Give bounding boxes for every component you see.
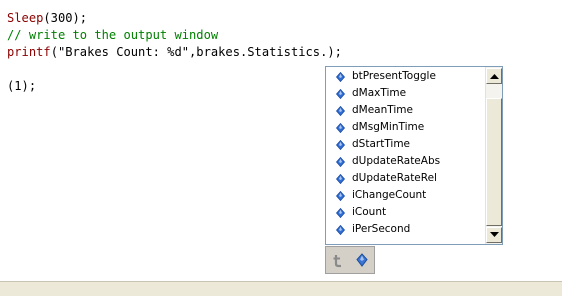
function-args: (300); (43, 11, 88, 25)
property-icon (336, 140, 345, 150)
autocomplete-item[interactable]: dMeanTime (326, 102, 485, 119)
autocomplete-item[interactable]: dMsgMinTime (326, 119, 485, 136)
code-line-5[interactable]: (1); (7, 78, 36, 94)
autocomplete-item-label: btPresentToggle (352, 70, 436, 82)
autocomplete-item[interactable]: dUpdateRateAbs (326, 153, 485, 170)
arrow-down-icon (490, 232, 499, 237)
autocomplete-popup: btPresentToggle dMaxTime dMeanTime dMsgMinT… (325, 66, 503, 245)
autocomplete-item-label: dStartTime (352, 138, 411, 150)
arrow-up-icon (490, 74, 499, 79)
property-icon (336, 191, 345, 201)
code-line-2[interactable]: // write to the output window (7, 27, 218, 43)
code-comment: // write to the output window (7, 28, 219, 42)
autocomplete-item[interactable]: iCount (326, 204, 485, 221)
autocomplete-item-label: iChangeCount (352, 189, 427, 201)
property-icon (336, 106, 345, 116)
property-icon (336, 89, 345, 99)
scroll-thumb[interactable] (486, 98, 502, 226)
autocomplete-item-label: dMeanTime (352, 104, 413, 116)
autocomplete-scrollbar[interactable] (485, 67, 502, 244)
autocomplete-item[interactable]: dStartTime (326, 136, 485, 153)
code-line-1[interactable]: Sleep(300); (7, 10, 87, 26)
property-icon (336, 123, 345, 133)
autocomplete-item-label: dUpdateRateRel (352, 172, 437, 184)
scroll-up-button[interactable] (486, 68, 502, 84)
property-icon (336, 72, 345, 82)
code-line-3[interactable]: printf("Brakes Count: %d",brakes.Statist… (7, 44, 342, 60)
autocomplete-item[interactable]: dMaxTime (326, 85, 485, 102)
autocomplete-item[interactable]: dUpdateRateRel (326, 170, 485, 187)
autocomplete-filter-bar (325, 246, 375, 274)
autocomplete-item-label: iCount (352, 206, 387, 218)
autocomplete-list[interactable]: btPresentToggle dMaxTime dMeanTime dMsgMinT… (326, 67, 485, 244)
autocomplete-item-label: dMaxTime (352, 87, 407, 99)
property-icon (336, 174, 345, 184)
type-filter-icon (333, 255, 341, 268)
scroll-down-button[interactable] (486, 227, 502, 243)
code-text: (1); (7, 79, 37, 93)
autocomplete-item-label: dMsgMinTime (352, 121, 425, 133)
property-icon (336, 225, 345, 235)
autocomplete-item-label: dUpdateRateAbs (352, 155, 441, 167)
autocomplete-item-label: iPerSecond (352, 223, 411, 235)
autocomplete-item[interactable]: iPerSecond (326, 221, 485, 238)
member-filter-button[interactable] (353, 252, 371, 269)
function-args: ("Brakes Count: %d",brakes.Statistics.); (50, 45, 342, 59)
editor-status-strip (0, 281, 562, 296)
function-name: Sleep (7, 11, 44, 25)
autocomplete-item[interactable]: btPresentToggle (326, 68, 485, 85)
type-filter-button[interactable] (330, 252, 348, 269)
property-icon (336, 208, 345, 218)
member-filter-icon (356, 253, 368, 267)
property-icon (336, 157, 345, 167)
function-name: printf (7, 45, 51, 59)
autocomplete-item[interactable]: iChangeCount (326, 187, 485, 204)
